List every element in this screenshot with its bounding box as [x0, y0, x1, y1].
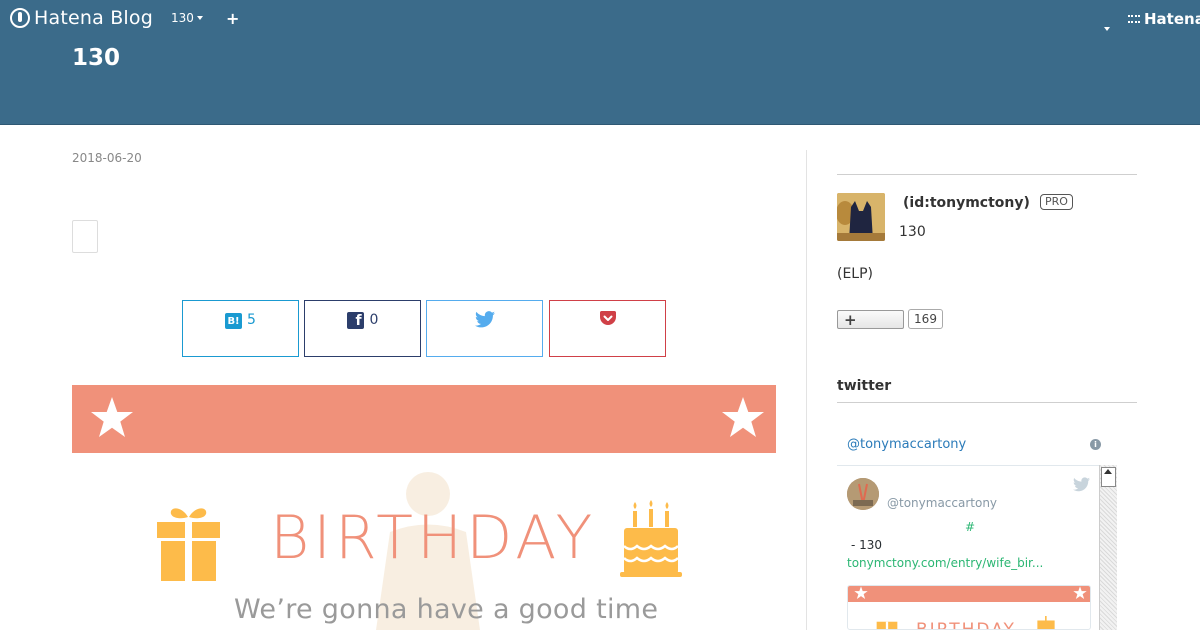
- blog-switcher-label: 130: [171, 11, 194, 25]
- module-divider: [837, 402, 1137, 403]
- star-icon: [722, 397, 764, 437]
- cake-icon: [620, 500, 682, 577]
- hatena-brand-text: Hatena: [1144, 10, 1200, 28]
- star-icon: [91, 397, 133, 437]
- profile-description: (ELP): [837, 266, 874, 282]
- tweet-avatar[interactable]: [847, 478, 879, 510]
- hatena-bookmark-share-button[interactable]: B! 5: [182, 300, 299, 357]
- tweet-link-card[interactable]: BIRTHDAY: [847, 585, 1091, 630]
- timeline-scrollbar[interactable]: [1099, 465, 1117, 630]
- tweet-text: - 130: [851, 538, 883, 552]
- user-menu-toggle[interactable]: [1101, 16, 1110, 35]
- gift-icon: [876, 621, 898, 629]
- hatena-logo-icon: [10, 8, 30, 28]
- card-banner-strip: [848, 586, 1090, 602]
- star-icon: [854, 586, 868, 600]
- column-divider: [806, 150, 807, 630]
- birthday-subtitle: We’re gonna have a good time: [234, 594, 659, 625]
- pocket-icon: [599, 311, 616, 325]
- pro-badge[interactable]: PRO: [1040, 194, 1073, 210]
- entry-placeholder-box: [72, 220, 98, 253]
- caret-down-icon: [1104, 27, 1110, 31]
- profile-count: 130: [899, 224, 926, 240]
- birthday-banner-strip: [72, 385, 776, 453]
- tweet-link[interactable]: tonymctony.com/entry/wife_bir...: [847, 556, 1043, 570]
- blog-title[interactable]: 130: [72, 45, 120, 71]
- tweet-avatar-image: [847, 478, 879, 510]
- facebook-share-button[interactable]: f 0: [304, 300, 421, 357]
- scroll-up-arrow-icon: [1104, 469, 1112, 474]
- hatena-bookmark-count: 5: [247, 312, 256, 328]
- sidebar-divider: [837, 174, 1137, 175]
- twitter-bird-icon: [474, 311, 495, 328]
- tweet-hashtag[interactable]: #: [965, 520, 975, 534]
- twitter-share-button[interactable]: [426, 300, 543, 357]
- twitter-timeline-handle[interactable]: @tonymaccartony: [847, 437, 966, 452]
- entry-date[interactable]: 2018-06-20: [72, 151, 142, 165]
- profile-avatar[interactable]: [837, 193, 885, 241]
- pocket-share-button[interactable]: [549, 300, 666, 357]
- global-header-bar: Hatena Blog 130 + Hatena: [0, 0, 1200, 36]
- logo-text: Hatena Blog: [34, 7, 153, 29]
- avatar-image: [837, 193, 885, 241]
- hatena-mark-icon: [1128, 15, 1140, 23]
- twitter-module-title: twitter: [837, 378, 892, 394]
- facebook-share-count: 0: [369, 312, 379, 328]
- hatena-bookmark-icon: B!: [225, 313, 243, 329]
- blog-switcher[interactable]: 130: [171, 11, 203, 25]
- facebook-icon: f: [346, 312, 364, 329]
- profile-id[interactable]: (id:tonymctony): [903, 195, 1030, 211]
- hatena-brand-link[interactable]: Hatena: [1128, 10, 1200, 28]
- subscriber-count[interactable]: 169: [908, 309, 943, 329]
- hatena-blog-logo[interactable]: Hatena Blog: [10, 6, 153, 30]
- star-icon: [1073, 586, 1087, 600]
- new-entry-button[interactable]: +: [226, 9, 240, 28]
- cake-icon: [1037, 616, 1055, 629]
- gift-icon: [157, 508, 220, 581]
- tweet-username[interactable]: @tonymaccartony: [887, 496, 997, 510]
- caret-down-icon: [196, 16, 203, 20]
- card-birthday-title: BIRTHDAY: [916, 620, 1016, 630]
- birthday-title: BIRTHDAY: [270, 503, 597, 573]
- timeline-divider: [837, 465, 1099, 466]
- subscribe-button[interactable]: +: [837, 310, 904, 329]
- plus-icon: +: [844, 310, 857, 329]
- info-icon[interactable]: i: [1090, 439, 1101, 450]
- twitter-bird-icon[interactable]: [1073, 477, 1090, 492]
